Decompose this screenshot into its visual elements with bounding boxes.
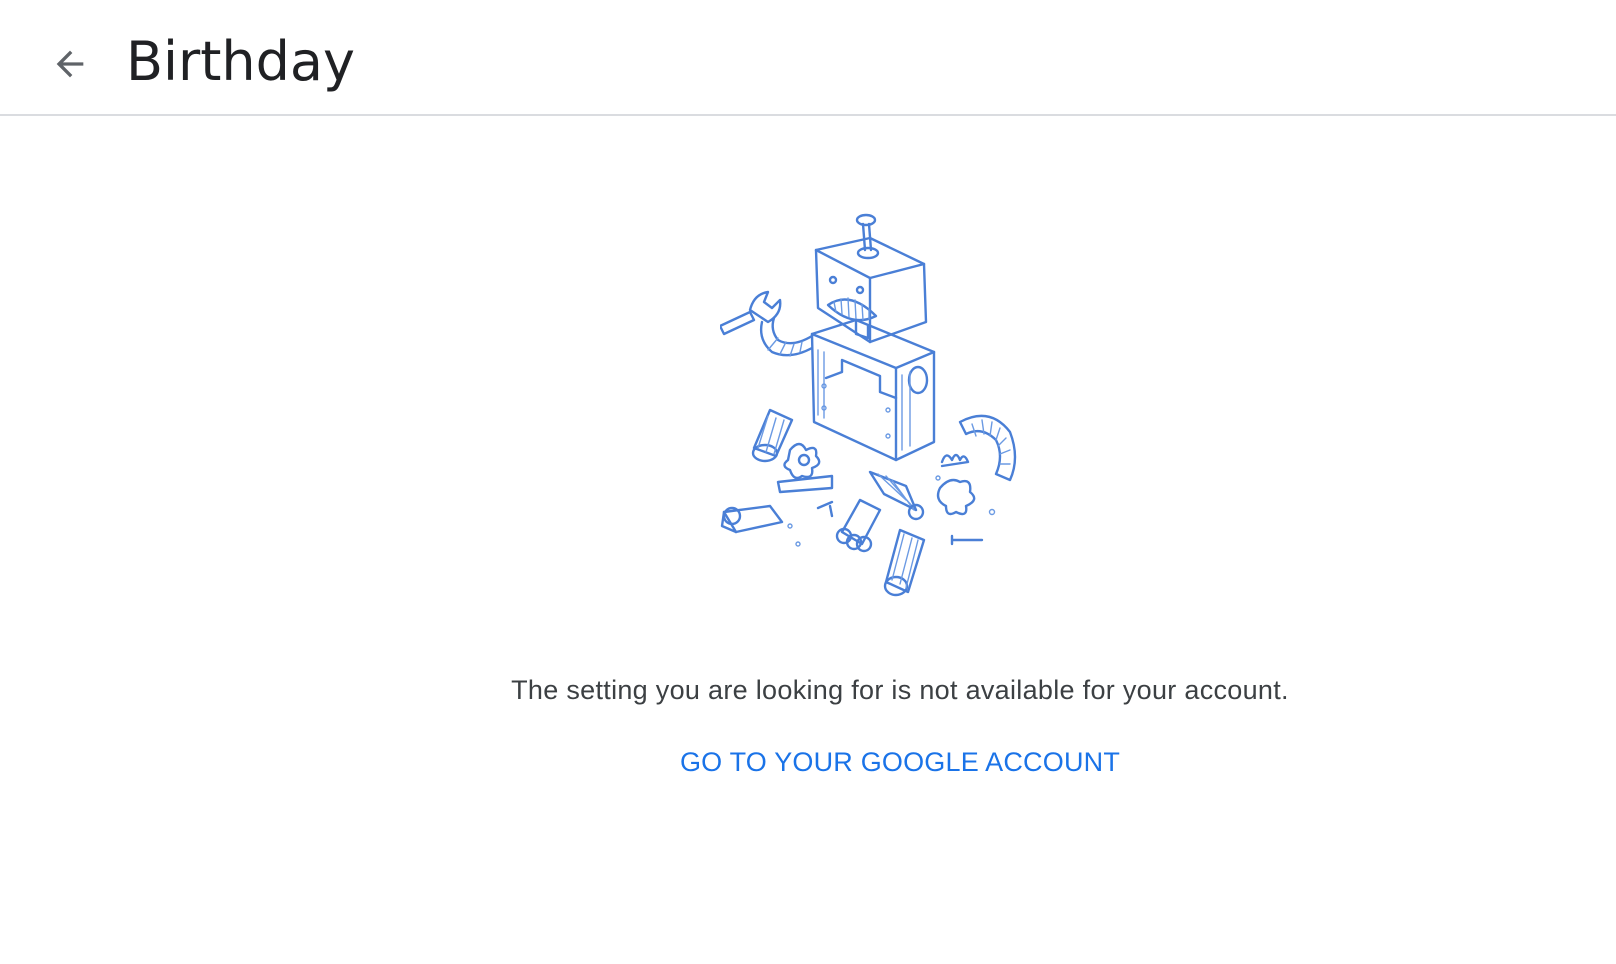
- page-title: Birthday: [126, 30, 355, 93]
- back-button[interactable]: [44, 38, 96, 90]
- broken-robot-illustration: [720, 213, 1017, 597]
- robot-parts: [720, 408, 1017, 597]
- app-header: Birthday: [0, 0, 1616, 116]
- go-to-google-account-link[interactable]: GO TO YOUR GOOGLE ACCOUNT: [680, 747, 1120, 777]
- unavailable-message: The setting you are looking for is not a…: [511, 675, 1289, 705]
- robot-antenna: [855, 213, 880, 260]
- robot-arm-wrench: [720, 290, 814, 357]
- arrow-back-icon: [56, 50, 84, 78]
- account-link-container: GO TO YOUR GOOGLE ACCOUNT: [600, 744, 1200, 780]
